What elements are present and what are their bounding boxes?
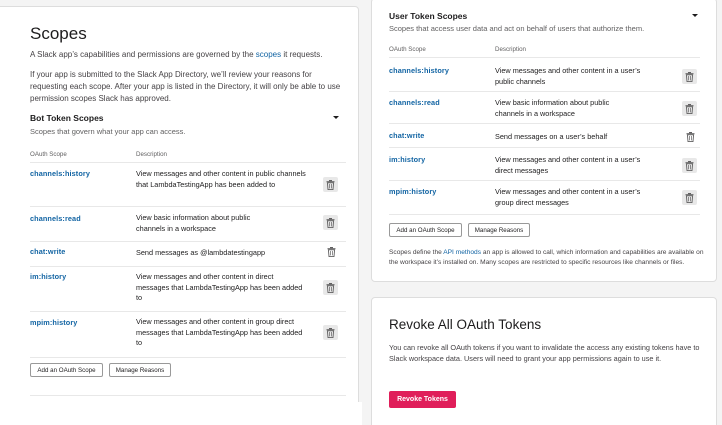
scope-name: im:history [30, 272, 67, 281]
row-divider [30, 357, 346, 358]
remove-scope-button[interactable] [683, 129, 698, 144]
intro-text-end: it requests. [281, 50, 323, 59]
trash-icon [686, 131, 695, 142]
trash-icon [326, 217, 335, 228]
scope-name: channels:read [389, 98, 440, 107]
page-title: Scopes [30, 24, 87, 43]
scopes-footnote: Scopes define the API methods an app is … [389, 248, 714, 267]
revoke-tokens-button[interactable]: Revoke Tokens [389, 391, 456, 408]
scope-name: chat:write [389, 131, 425, 140]
intro-text-start: A Slack app’s capabilities and permissio… [30, 50, 256, 59]
caret-down-icon[interactable] [692, 14, 698, 17]
remove-scope-button[interactable] [323, 325, 338, 340]
scope-description: View basic information about public chan… [136, 213, 251, 233]
api-methods-link[interactable]: API methods [443, 249, 481, 256]
revoke-tokens-card: Revoke All OAuth Tokens You can revoke a… [371, 297, 717, 425]
header-divider [30, 162, 346, 163]
row-divider [389, 147, 700, 148]
header-divider [389, 57, 700, 58]
col-description: Description [495, 46, 526, 53]
scope-name: im:history [389, 155, 426, 164]
section-divider [30, 395, 346, 396]
revoke-title: Revoke All OAuth Tokens [389, 317, 542, 332]
remove-scope-button[interactable] [682, 158, 697, 173]
revoke-description: You can revoke all OAuth tokens if you w… [389, 343, 700, 363]
scope-name: channels:history [389, 66, 449, 75]
user-scopes-card: User Token Scopes Scopes that access use… [371, 0, 717, 282]
scope-description: View messages and other content in publi… [136, 169, 306, 189]
row-divider [30, 206, 346, 207]
scope-name: mpim:history [30, 318, 78, 327]
scope-name: mpim:history [389, 187, 437, 196]
intro-text: A Slack app’s capabilities and permissio… [30, 49, 340, 61]
col-oauth-scope: OAuth Scope [30, 151, 67, 158]
remove-scope-button[interactable] [682, 190, 697, 205]
row-divider [30, 311, 346, 312]
trash-icon [685, 103, 694, 114]
scope-name: channels:read [30, 214, 81, 223]
scope-name: chat:write [30, 247, 66, 256]
manage-reasons-button[interactable]: Manage Reasons [468, 223, 530, 237]
row-divider [389, 91, 700, 92]
manage-reasons-button[interactable]: Manage Reasons [109, 363, 171, 377]
row-divider [30, 266, 346, 267]
review-text: If your app is submitted to the Slack Ap… [30, 70, 341, 103]
bot-scopes-title: Bot Token Scopes [30, 113, 104, 123]
remove-scope-button[interactable] [323, 215, 338, 230]
scope-description: Send messages as @lambdatestingapp [136, 248, 266, 257]
scope-description: View messages and other content in group… [136, 317, 303, 347]
scope-description: View basic information about public chan… [495, 98, 610, 118]
remove-scope-button[interactable] [323, 280, 338, 295]
remove-scope-button[interactable] [682, 69, 697, 84]
trash-icon [326, 179, 335, 190]
trash-icon [326, 282, 335, 293]
trash-icon [685, 192, 694, 203]
row-divider [30, 241, 346, 242]
remove-scope-button[interactable] [323, 177, 338, 192]
scopes-link[interactable]: scopes [256, 50, 281, 59]
scope-description: Send messages on a user’s behalf [495, 132, 608, 141]
scope-description: View messages and other content in a use… [495, 187, 641, 207]
row-divider [389, 123, 700, 124]
row-divider [389, 214, 700, 215]
trash-icon [685, 71, 694, 82]
footnote-text-start: Scopes define the [389, 249, 444, 256]
scope-description: View messages and other content in a use… [495, 66, 641, 86]
scopes-card: Scopes A Slack app’s capabilities and pe… [0, 6, 359, 425]
scope-name: channels:history [30, 169, 90, 178]
scope-description: View messages and other content in direc… [136, 272, 303, 302]
bot-scopes-subtitle: Scopes that govern what your app can acc… [30, 127, 186, 136]
trash-icon [327, 246, 336, 257]
col-oauth-scope: OAuth Scope [389, 46, 426, 53]
scope-description: View messages and other content in a use… [495, 155, 641, 175]
trash-icon [685, 160, 694, 171]
remove-scope-button[interactable] [682, 101, 697, 116]
user-scopes-title: User Token Scopes [389, 11, 468, 21]
page-background-strip [0, 402, 362, 425]
caret-down-icon[interactable] [333, 116, 339, 119]
col-description: Description [136, 151, 167, 158]
user-scopes-subtitle: Scopes that access user data and act on … [389, 24, 645, 33]
add-oauth-scope-button[interactable]: Add an OAuth Scope [30, 363, 103, 377]
trash-icon [326, 327, 335, 338]
row-divider [389, 180, 700, 181]
add-oauth-scope-button[interactable]: Add an OAuth Scope [389, 223, 462, 237]
remove-scope-button[interactable] [324, 244, 339, 259]
